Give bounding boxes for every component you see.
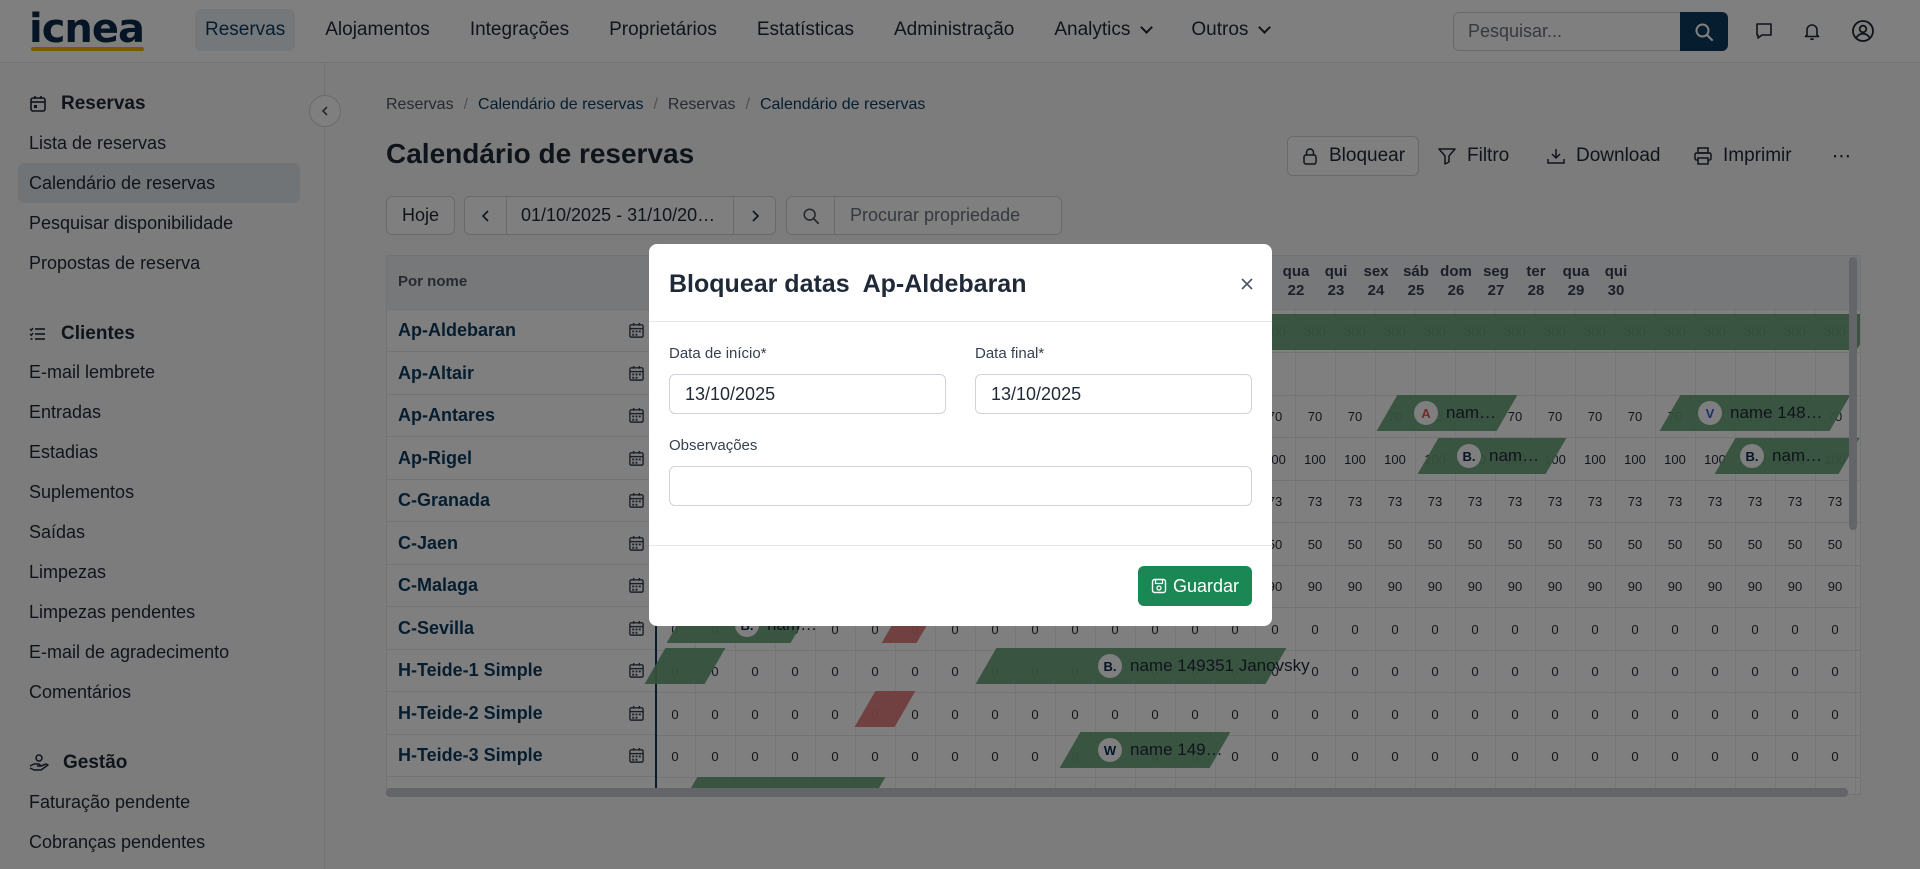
modal-footer-divider bbox=[649, 545, 1272, 546]
modal-header-divider bbox=[649, 321, 1272, 322]
end-date-field[interactable] bbox=[975, 374, 1252, 414]
close-icon bbox=[1241, 278, 1253, 290]
save-button[interactable]: Guardar bbox=[1138, 566, 1252, 606]
notes-field[interactable] bbox=[669, 466, 1252, 506]
block-dates-modal: Bloquear datas Ap-Aldebaran Data de iníc… bbox=[649, 244, 1272, 626]
modal-title: Bloquear datas Ap-Aldebaran bbox=[669, 270, 1027, 298]
save-label: Guardar bbox=[1172, 575, 1240, 596]
notes-label: Observações bbox=[669, 437, 758, 454]
start-date-label: Data de início* bbox=[669, 345, 767, 362]
close-button[interactable] bbox=[1235, 272, 1259, 296]
start-date-field[interactable] bbox=[669, 374, 946, 414]
end-date-label: Data final* bbox=[975, 345, 1045, 362]
save-icon bbox=[1151, 578, 1167, 594]
